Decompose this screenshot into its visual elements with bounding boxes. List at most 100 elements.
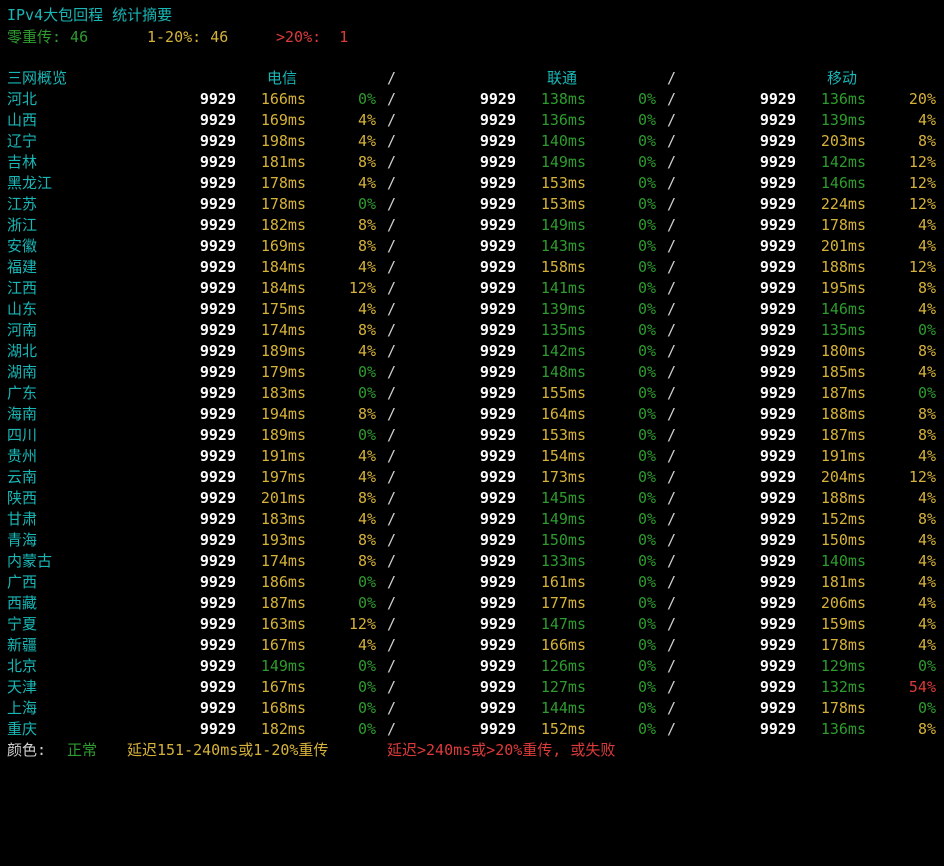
mobile-asn: 9929 bbox=[759, 342, 796, 360]
column-separator: / bbox=[387, 657, 397, 675]
telecom-asn: 9929 bbox=[199, 552, 236, 570]
telecom-loss: 4% bbox=[357, 300, 376, 318]
mobile-latency: 178ms bbox=[820, 699, 866, 717]
province-name: 甘肃 bbox=[7, 510, 38, 528]
province-name: 湖南 bbox=[7, 363, 38, 381]
unicom-loss: 0% bbox=[637, 447, 656, 465]
unicom-loss: 0% bbox=[637, 300, 656, 318]
mobile-asn: 9929 bbox=[759, 132, 796, 150]
unicom-asn: 9929 bbox=[479, 489, 516, 507]
column-separator: / bbox=[387, 531, 397, 549]
mobile-loss: 8% bbox=[917, 405, 936, 423]
mobile-loss: 12% bbox=[908, 258, 936, 276]
column-separator: / bbox=[667, 174, 677, 192]
unicom-loss: 0% bbox=[637, 636, 656, 654]
telecom-latency: 184ms bbox=[260, 258, 306, 276]
mobile-loss: 8% bbox=[917, 279, 936, 297]
column-separator: / bbox=[387, 111, 397, 129]
column-separator: / bbox=[667, 363, 677, 381]
telecom-asn: 9929 bbox=[199, 258, 236, 276]
column-separator: / bbox=[667, 111, 677, 129]
table-row: 山东 9929 175ms 4% / 9929 139ms 0% / 9929 146ms 4% bbox=[0, 299, 944, 320]
table-row: 甘肃 9929 183ms 4% / 9929 149ms 0% / 9929 152ms 8% bbox=[0, 509, 944, 530]
telecom-loss: 8% bbox=[357, 216, 376, 234]
mobile-latency: 159ms bbox=[820, 615, 866, 633]
mid-retrans-count: 1-20%: 46 bbox=[147, 28, 229, 46]
unicom-loss: 0% bbox=[637, 678, 656, 696]
mobile-latency: 185ms bbox=[820, 363, 866, 381]
unicom-loss: 0% bbox=[637, 657, 656, 675]
column-separator: / bbox=[667, 615, 677, 633]
telecom-loss: 4% bbox=[357, 111, 376, 129]
telecom-loss: 0% bbox=[357, 363, 376, 381]
telecom-asn: 9929 bbox=[199, 468, 236, 486]
mobile-latency: 203ms bbox=[820, 132, 866, 150]
mobile-latency: 132ms bbox=[820, 678, 866, 696]
page-title: IPv4大包回程 统计摘要 bbox=[7, 6, 173, 24]
mobile-loss: 4% bbox=[917, 237, 936, 255]
mobile-asn: 9929 bbox=[759, 573, 796, 591]
unicom-asn: 9929 bbox=[479, 678, 516, 696]
table-row: 天津 9929 167ms 0% / 9929 127ms 0% / 9929 132ms 54% bbox=[0, 677, 944, 698]
telecom-latency: 182ms bbox=[260, 216, 306, 234]
unicom-latency: 139ms bbox=[540, 300, 586, 318]
province-name: 海南 bbox=[7, 405, 38, 423]
mobile-loss: 4% bbox=[917, 615, 936, 633]
telecom-latency: 166ms bbox=[260, 90, 306, 108]
mobile-loss: 4% bbox=[917, 636, 936, 654]
unicom-loss: 0% bbox=[637, 468, 656, 486]
column-separator: / bbox=[387, 468, 397, 486]
mobile-latency: 139ms bbox=[820, 111, 866, 129]
mobile-latency: 195ms bbox=[820, 279, 866, 297]
unicom-loss: 0% bbox=[637, 90, 656, 108]
mobile-asn: 9929 bbox=[759, 279, 796, 297]
unicom-asn: 9929 bbox=[479, 279, 516, 297]
telecom-asn: 9929 bbox=[199, 657, 236, 675]
column-separator: / bbox=[667, 90, 677, 108]
telecom-loss: 0% bbox=[357, 426, 376, 444]
column-separator: / bbox=[667, 132, 677, 150]
telecom-loss: 12% bbox=[348, 279, 376, 297]
terminal-window: IPv4大包回程 统计摘要 零重传: 46 1-20%: 46 >20%: 1 … bbox=[0, 0, 944, 766]
table-header: 三网概览 电信 / 联通 / 移动 bbox=[0, 68, 944, 89]
mobile-asn: 9929 bbox=[759, 153, 796, 171]
unicom-latency: 149ms bbox=[540, 510, 586, 528]
unicom-asn: 9929 bbox=[479, 384, 516, 402]
unicom-loss: 0% bbox=[637, 720, 656, 738]
column-separator: / bbox=[667, 153, 677, 171]
province-name: 四川 bbox=[7, 426, 38, 444]
telecom-latency: 167ms bbox=[260, 678, 306, 696]
unicom-loss: 0% bbox=[637, 594, 656, 612]
telecom-latency: 184ms bbox=[260, 279, 306, 297]
province-name: 新疆 bbox=[7, 636, 38, 654]
unicom-asn: 9929 bbox=[479, 174, 516, 192]
column-separator: / bbox=[387, 489, 397, 507]
telecom-latency: 187ms bbox=[260, 594, 306, 612]
mobile-loss: 12% bbox=[908, 174, 936, 192]
column-separator: / bbox=[667, 678, 677, 696]
legend-bad: 延迟>240ms或>20%重传, 或失败 bbox=[387, 741, 616, 759]
telecom-asn: 9929 bbox=[199, 132, 236, 150]
telecom-asn: 9929 bbox=[199, 489, 236, 507]
mobile-loss: 4% bbox=[917, 489, 936, 507]
column-separator: / bbox=[387, 594, 397, 612]
unicom-loss: 0% bbox=[637, 552, 656, 570]
telecom-loss: 0% bbox=[357, 657, 376, 675]
column-separator: / bbox=[387, 510, 397, 528]
column-separator: / bbox=[387, 300, 397, 318]
telecom-loss: 8% bbox=[357, 153, 376, 171]
telecom-asn: 9929 bbox=[199, 279, 236, 297]
province-name: 黑龙江 bbox=[7, 174, 53, 192]
unicom-loss: 0% bbox=[637, 384, 656, 402]
telecom-loss: 4% bbox=[357, 468, 376, 486]
telecom-latency: 174ms bbox=[260, 552, 306, 570]
province-name: 广东 bbox=[7, 384, 38, 402]
mobile-latency: 146ms bbox=[820, 174, 866, 192]
unicom-latency: 153ms bbox=[540, 174, 586, 192]
column-separator: / bbox=[387, 552, 397, 570]
province-name: 辽宁 bbox=[7, 132, 38, 150]
table-row: 河南 9929 174ms 8% / 9929 135ms 0% / 9929 135ms 0% bbox=[0, 320, 944, 341]
table-row: 青海 9929 193ms 8% / 9929 150ms 0% / 9929 150ms 4% bbox=[0, 530, 944, 551]
mobile-latency: 129ms bbox=[820, 657, 866, 675]
telecom-loss: 4% bbox=[357, 447, 376, 465]
